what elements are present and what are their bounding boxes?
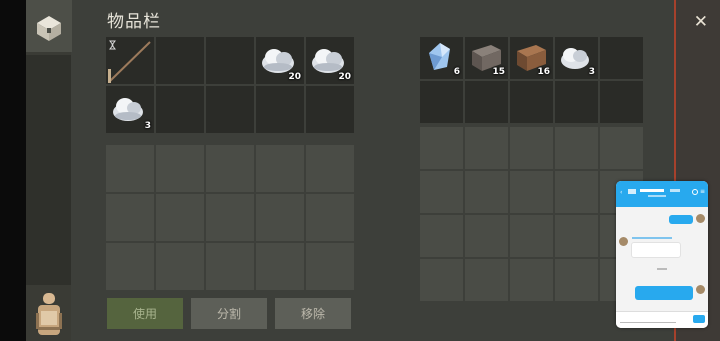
chevron-left-icon[interactable]: ‹	[620, 189, 622, 196]
locked-slot	[510, 171, 553, 213]
group-icon	[628, 189, 636, 194]
side-tab-panel	[26, 55, 71, 285]
storage-grid: 6 15 16 3	[420, 37, 643, 123]
avatar	[619, 237, 628, 246]
broom-icon	[108, 40, 151, 83]
inventory-slot-broom[interactable]	[106, 37, 154, 84]
locked-slot	[206, 145, 254, 192]
chat-input[interactable]	[620, 315, 676, 323]
chat-overlay[interactable]: ‹ ≡	[616, 181, 708, 328]
inventory-slot-empty[interactable]	[306, 86, 354, 133]
menu-icon[interactable]: ≡	[700, 188, 705, 195]
locked-slot	[206, 194, 254, 241]
storage-slot-empty[interactable]	[510, 81, 553, 123]
locked-slot	[256, 194, 304, 241]
chat-header: ‹ ≡	[616, 181, 708, 207]
locked-slot	[256, 243, 304, 290]
item-quantity: 6	[453, 67, 460, 77]
inventory-slot-empty[interactable]	[206, 86, 254, 133]
avatar	[696, 285, 705, 294]
locked-slot	[156, 243, 204, 290]
chat-bubble-incoming	[631, 242, 681, 258]
time-stamp-bar	[657, 268, 667, 270]
chat-bubble-outgoing	[669, 215, 693, 224]
split-button[interactable]: 分割	[191, 298, 267, 329]
use-button[interactable]: 使用	[107, 298, 183, 329]
locked-slot	[306, 145, 354, 192]
locked-slot	[106, 145, 154, 192]
chat-subtitle-bar	[648, 195, 666, 197]
inventory-slot-empty[interactable]	[206, 37, 254, 84]
chat-count-bar	[670, 189, 680, 192]
locked-slot	[510, 259, 553, 301]
avatar	[696, 214, 705, 223]
item-quantity: 20	[338, 72, 351, 82]
inventory-grid: 20 20 3	[106, 37, 354, 133]
inventory-slot-salt[interactable]: 20	[256, 37, 304, 84]
item-quantity: 20	[288, 72, 301, 82]
storage-slot-empty[interactable]	[465, 81, 508, 123]
storage-slot-empty[interactable]	[600, 37, 643, 79]
close-icon[interactable]: ✕	[694, 12, 708, 32]
storage-slot-clay[interactable]: 16	[510, 37, 553, 79]
storage-slot-empty[interactable]	[555, 81, 598, 123]
locked-slot	[555, 127, 598, 169]
item-quantity: 3	[144, 121, 151, 131]
chat-messages	[616, 207, 708, 312]
storage-slot-stone[interactable]: 15	[465, 37, 508, 79]
item-quantity: 3	[588, 67, 595, 77]
locked-slot	[306, 243, 354, 290]
chat-bubble-outgoing	[635, 286, 693, 300]
locked-slot	[600, 127, 643, 169]
backpack-icon	[36, 292, 62, 335]
storage-slot-salt[interactable]: 3	[555, 37, 598, 79]
locked-slot	[256, 145, 304, 192]
chat-input-bar	[616, 311, 708, 328]
inventory-slot-empty[interactable]	[156, 37, 204, 84]
remove-button[interactable]: 移除	[275, 298, 351, 329]
locked-slot	[465, 259, 508, 301]
locked-slot	[465, 127, 508, 169]
send-button[interactable]	[693, 315, 705, 323]
chest-icon	[37, 16, 61, 41]
locked-slot	[206, 243, 254, 290]
storage-slot-crystal[interactable]: 6	[420, 37, 463, 79]
locked-slot	[306, 194, 354, 241]
storage-slot-empty[interactable]	[600, 81, 643, 123]
inventory-slot-empty[interactable]	[156, 86, 204, 133]
locked-slot	[420, 259, 463, 301]
storage-slot-empty[interactable]	[420, 81, 463, 123]
page-title: 物品栏	[107, 12, 161, 32]
locked-slot	[420, 171, 463, 213]
locked-slot	[106, 194, 154, 241]
locked-slot	[510, 215, 553, 257]
item-quantity: 16	[537, 67, 550, 77]
storage-grid-locked	[420, 127, 643, 301]
locked-slot	[465, 171, 508, 213]
locked-slot	[106, 243, 154, 290]
locked-slot	[420, 127, 463, 169]
locked-slot	[156, 145, 204, 192]
locked-slot	[510, 127, 553, 169]
locked-slot	[555, 259, 598, 301]
chat-title-bar	[640, 189, 664, 192]
locked-slot	[156, 194, 204, 241]
locked-slot	[465, 215, 508, 257]
item-quantity: 15	[492, 67, 505, 77]
locked-slot	[555, 215, 598, 257]
inventory-slot-salt[interactable]: 20	[306, 37, 354, 84]
inventory-grid-locked	[106, 145, 354, 290]
backpack-button[interactable]	[26, 286, 72, 341]
sender-label-bar	[632, 237, 672, 239]
inventory-chest-button[interactable]	[26, 0, 72, 52]
group-info-icon[interactable]	[692, 189, 698, 195]
locked-slot	[555, 171, 598, 213]
inventory-slot-empty[interactable]	[256, 86, 304, 133]
inventory-slot-salt[interactable]: 3	[106, 86, 154, 133]
left-edge-bar	[0, 0, 26, 341]
locked-slot	[420, 215, 463, 257]
